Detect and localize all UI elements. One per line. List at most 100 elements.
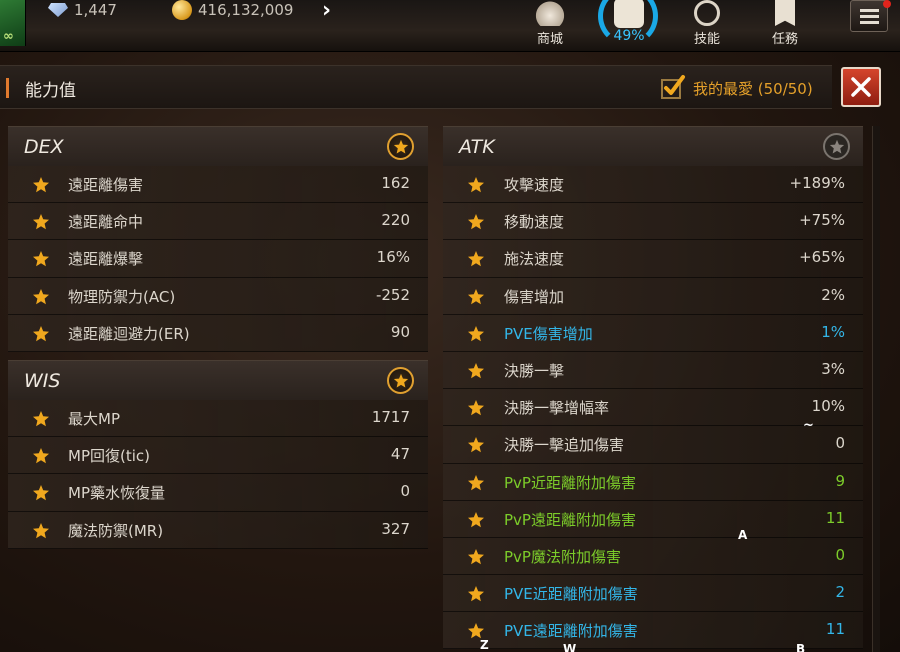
favorite-star-icon[interactable] (467, 511, 485, 529)
stat-row[interactable]: PVE近距離附加傷害 2 (443, 575, 863, 613)
stat-name: PVE近距離附加傷害 (504, 585, 638, 604)
stat-value: -252 (375, 285, 410, 304)
stat-value: 10% (811, 397, 845, 416)
stat-value: 11 (825, 508, 845, 527)
stat-row[interactable]: MP藥水恢復量 0 (8, 474, 428, 512)
stat-row[interactable]: 決勝一擊追加傷害 0 (443, 426, 863, 464)
stat-row[interactable]: PvP近距離附加傷害 9 (443, 463, 863, 501)
stat-row[interactable]: 最大MP 1717 (8, 400, 428, 438)
stat-value: 1717 (371, 408, 410, 426)
stat-name: PVE傷害增加 (504, 324, 593, 343)
dex-section-header: DEX (8, 126, 428, 166)
stat-row[interactable]: 施法速度 +65% (443, 240, 863, 278)
chevron-right-icon[interactable]: › (322, 0, 331, 23)
inventory-button[interactable]: 49% (598, 0, 658, 46)
favorite-star-icon[interactable] (823, 133, 850, 160)
panel-scrollbar[interactable] (872, 126, 880, 652)
stat-name: 移動速度 (504, 213, 565, 232)
stat-row[interactable]: 遠距離傷害 162 (8, 166, 428, 204)
favorite-star-icon[interactable] (32, 250, 50, 268)
gold-currency: 416,132,009 (172, 0, 293, 20)
favorite-star-icon[interactable] (467, 288, 485, 306)
stat-row[interactable]: 遠距離命中 220 (8, 203, 428, 241)
stat-name: MP藥水恢復量 (68, 484, 165, 503)
character-avatar[interactable]: ∞ (0, 0, 26, 46)
favorite-star-icon[interactable] (467, 325, 485, 343)
stat-name: PvP近距離附加傷害 (504, 473, 636, 492)
checkmark-icon[interactable] (660, 74, 686, 100)
infinity-icon: ∞ (3, 29, 14, 44)
stat-name: PvP魔法附加傷害 (504, 547, 621, 566)
favorite-star-icon[interactable] (467, 585, 485, 603)
favorite-star-icon[interactable] (32, 447, 50, 465)
stat-row[interactable]: 遠距離迴避力(ER) 90 (8, 314, 428, 352)
gem-count: 1,447 (74, 1, 117, 19)
stat-row[interactable]: 決勝一擊 3% (443, 351, 863, 390)
favorite-star-icon[interactable] (32, 410, 50, 428)
favorite-star-icon[interactable] (32, 522, 50, 540)
stat-value: 2% (821, 285, 845, 304)
stat-name: PVE遠距離附加傷害 (504, 622, 638, 641)
gold-count: 416,132,009 (198, 1, 294, 19)
wis-title: WIS (24, 370, 61, 392)
favorite-star-icon[interactable] (467, 436, 485, 454)
quest-icon (775, 0, 795, 26)
dex-section: DEX 遠距離傷害 162 遠距離命中 220 遠距離爆擊 16% 物理防禦力(AC) -25… (8, 126, 428, 352)
wis-section-header: WIS (8, 360, 428, 400)
stat-row[interactable]: PvP遠距離附加傷害 11 (443, 500, 863, 538)
favorite-star-icon[interactable] (467, 362, 485, 380)
favorite-star-icon[interactable] (467, 474, 485, 492)
stat-name: MP回復(tic) (68, 447, 150, 466)
stat-row[interactable]: 傷害增加 2% (443, 277, 863, 315)
wis-stat-list: 最大MP 1717 MP回復(tic) 47 MP藥水恢復量 0 魔法防禦(MR) 327 (8, 400, 428, 549)
gem-currency: 1,447 (48, 0, 117, 20)
stat-row[interactable]: 攻擊速度 +189% (443, 166, 863, 204)
favorite-star-icon[interactable] (387, 367, 414, 394)
stat-value: 16% (376, 248, 410, 267)
key-hint-w: W (563, 642, 577, 652)
stat-row[interactable]: 物理防禦力(AC) -252 (8, 277, 428, 315)
close-button[interactable] (841, 67, 881, 107)
atk-section-header: ATK (443, 126, 863, 166)
favorite-star-icon[interactable] (32, 325, 50, 343)
favorite-star-icon[interactable] (32, 176, 50, 194)
favorite-star-icon[interactable] (32, 213, 50, 231)
favorite-star-icon[interactable] (467, 213, 485, 231)
stat-row[interactable]: PVE傷害增加 1% (443, 314, 863, 352)
stat-row[interactable]: 魔法防禦(MR) 327 (8, 511, 428, 549)
skill-label: 技能 (693, 32, 720, 47)
favorites-count-label[interactable]: 我的最愛 (50/50) (693, 78, 813, 99)
favorite-star-icon[interactable] (467, 548, 485, 566)
favorite-star-icon[interactable] (387, 133, 414, 160)
favorite-star-icon[interactable] (467, 250, 485, 268)
quest-button[interactable]: 任務 (760, 0, 810, 47)
stat-name: 決勝一擊追加傷害 (504, 436, 625, 455)
stat-value: 11 (825, 620, 845, 639)
stat-name: 遠距離爆擊 (68, 250, 144, 269)
stat-value: 1% (821, 322, 845, 341)
key-hint-a: A (738, 528, 748, 542)
stat-row[interactable]: PvP魔法附加傷害 0 (443, 537, 863, 576)
favorite-star-icon[interactable] (467, 176, 485, 194)
shop-icon (533, 0, 567, 26)
stat-name: 傷害增加 (504, 287, 565, 306)
atk-title: ATK (459, 136, 495, 158)
stat-name: PvP遠距離附加傷害 (504, 510, 636, 529)
notification-dot (883, 0, 891, 8)
favorite-star-icon[interactable] (32, 484, 50, 502)
stat-row[interactable]: 決勝一擊增幅率 10% (443, 389, 863, 427)
favorite-star-icon[interactable] (467, 399, 485, 417)
stat-value: 220 (381, 211, 410, 230)
stat-row[interactable]: 移動速度 +75% (443, 203, 863, 241)
skill-button[interactable]: 技能 (682, 0, 732, 47)
stat-value: +189% (789, 174, 845, 192)
favorite-star-icon[interactable] (32, 288, 50, 306)
stat-row[interactable]: MP回復(tic) 47 (8, 437, 428, 475)
stat-name: 遠距離迴避力(ER) (68, 324, 190, 343)
stat-name: 決勝一擊 (504, 361, 565, 380)
stat-row[interactable]: 遠距離爆擊 16% (8, 240, 428, 278)
quest-label: 任務 (771, 32, 798, 47)
close-icon (851, 77, 871, 97)
stat-name: 攻擊速度 (504, 176, 565, 194)
shop-button[interactable]: 商城 (525, 0, 575, 47)
